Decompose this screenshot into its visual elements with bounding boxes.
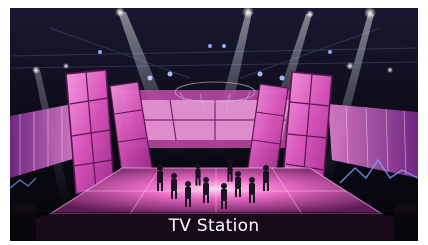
caption-bar: TV Station xyxy=(10,212,418,241)
tv-studio-stage-photo xyxy=(10,8,418,241)
caption-text: TV Station xyxy=(168,216,260,236)
photo-frame: TV Station xyxy=(10,8,418,241)
